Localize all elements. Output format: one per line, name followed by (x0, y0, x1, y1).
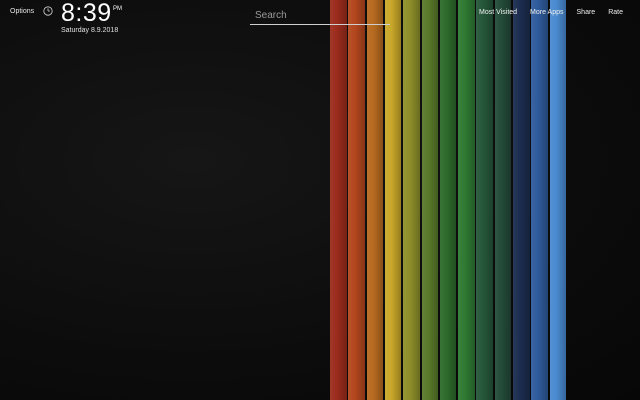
wallpaper-stripe (513, 0, 530, 400)
more-apps-link[interactable]: More Apps (530, 9, 563, 16)
wallpaper-stripe (439, 0, 457, 400)
share-link[interactable]: Share (577, 9, 596, 16)
wallpaper-stripe (549, 0, 567, 400)
rate-link[interactable]: Rate (608, 9, 623, 16)
clock-ampm: PM (113, 6, 122, 12)
wallpaper-stripe (330, 0, 347, 400)
options-link[interactable]: Options (10, 8, 34, 15)
wallpaper-stripe (421, 0, 438, 400)
wallpaper-stripe (494, 0, 512, 400)
wallpaper-stripe (403, 0, 420, 400)
wallpaper-stripe (476, 0, 493, 400)
wallpaper-stripe (458, 0, 475, 400)
search-box (250, 5, 393, 25)
most-visited-link[interactable]: Most Visited (479, 9, 517, 16)
wallpaper-stripe (366, 0, 384, 400)
new-tab-page: Options 8:39 PM Saturday 8.9.2018 Most V… (0, 0, 640, 400)
clock-date: Saturday 8.9.2018 (61, 27, 119, 34)
wallpaper-stripe (348, 0, 365, 400)
clock-icon[interactable] (43, 6, 53, 16)
wallpaper-stripe (384, 0, 402, 400)
search-input[interactable] (250, 7, 393, 24)
top-nav: Most Visited More Apps Share Rate (466, 9, 623, 16)
wallpaper-stripes (330, 0, 570, 400)
wallpaper-stripe (531, 0, 548, 400)
clock-time: 8:39 (61, 0, 112, 27)
